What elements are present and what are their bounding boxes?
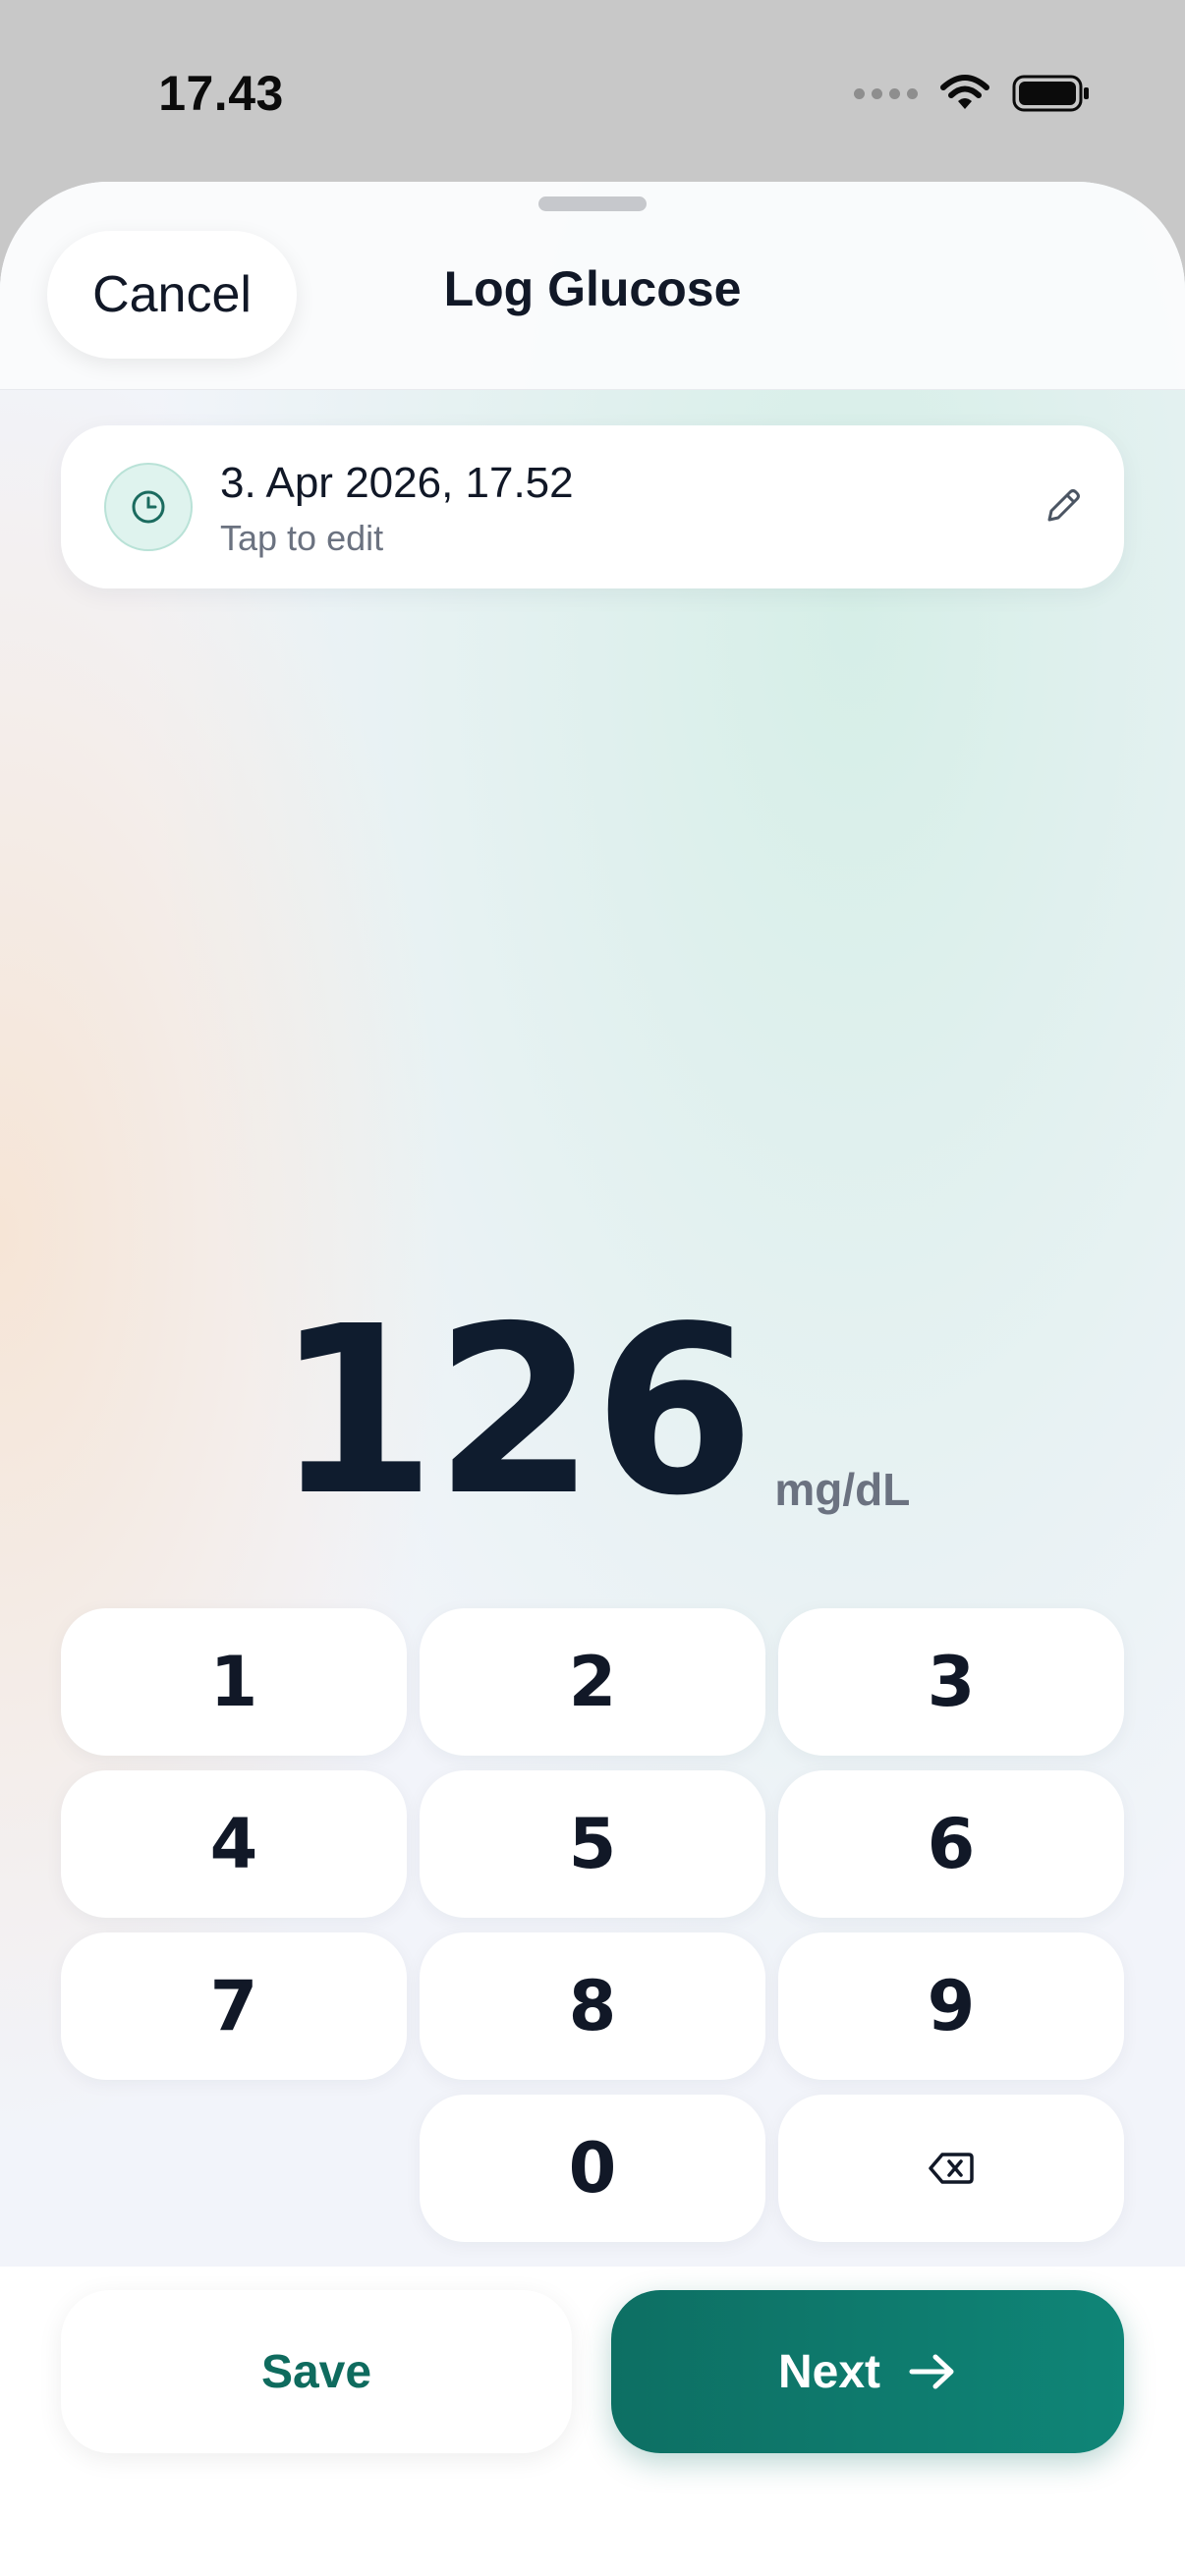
app-screen: 17.43 Cancel Log Glucose 3. Apr 2026, 17… — [0, 0, 1185, 2576]
date-time-card[interactable]: 3. Apr 2026, 17.52 Tap to edit — [61, 425, 1124, 588]
backspace-icon — [929, 2153, 974, 2184]
clock-icon — [104, 463, 193, 551]
save-button-label: Save — [260, 2345, 372, 2398]
wifi-icon — [940, 75, 989, 109]
action-footer: Save Next — [0, 2267, 1185, 2576]
cancel-button[interactable]: Cancel — [47, 231, 297, 359]
sheet-title: Log Glucose — [443, 261, 742, 316]
keypad-key-6[interactable]: 6 — [778, 1770, 1124, 1918]
glucose-value: 126 — [274, 1276, 756, 1546]
pencil-icon[interactable] — [1042, 484, 1085, 528]
next-button-label: Next — [777, 2345, 881, 2398]
keypad-key-3[interactable]: 3 — [778, 1608, 1124, 1756]
keypad-key-1[interactable]: 1 — [61, 1608, 407, 1756]
keypad-key-8[interactable]: 8 — [420, 1932, 765, 2080]
status-icons — [854, 69, 1091, 118]
cellular-signal-icon — [854, 87, 918, 99]
sheet-header: Cancel Log Glucose — [0, 182, 1185, 390]
date-edit-hint: Tap to edit — [220, 518, 384, 558]
log-glucose-sheet: Cancel Log Glucose 3. Apr 2026, 17.52 Ta… — [0, 182, 1185, 2576]
status-time: 17.43 — [158, 66, 284, 121]
glucose-unit: mg/dL — [774, 1464, 911, 1515]
arrow-right-icon — [909, 2354, 954, 2389]
save-button[interactable]: Save — [61, 2290, 572, 2453]
glucose-reading: 126 mg/dL — [0, 1296, 1185, 1528]
keypad-key-4[interactable]: 4 — [61, 1770, 407, 1918]
keypad-key-9[interactable]: 9 — [778, 1932, 1124, 2080]
keypad-backspace-key[interactable] — [778, 2095, 1124, 2242]
status-bar: 17.43 — [0, 0, 1185, 177]
battery-icon — [1012, 75, 1089, 112]
date-time-value: 3. Apr 2026, 17.52 — [220, 459, 574, 507]
next-button[interactable]: Next — [611, 2290, 1124, 2453]
keypad-key-7[interactable]: 7 — [61, 1932, 407, 2080]
keypad-key-5[interactable]: 5 — [420, 1770, 765, 1918]
keypad-key-2[interactable]: 2 — [420, 1608, 765, 1756]
sheet-grabber[interactable] — [538, 196, 647, 211]
keypad-key-0[interactable]: 0 — [420, 2095, 765, 2242]
